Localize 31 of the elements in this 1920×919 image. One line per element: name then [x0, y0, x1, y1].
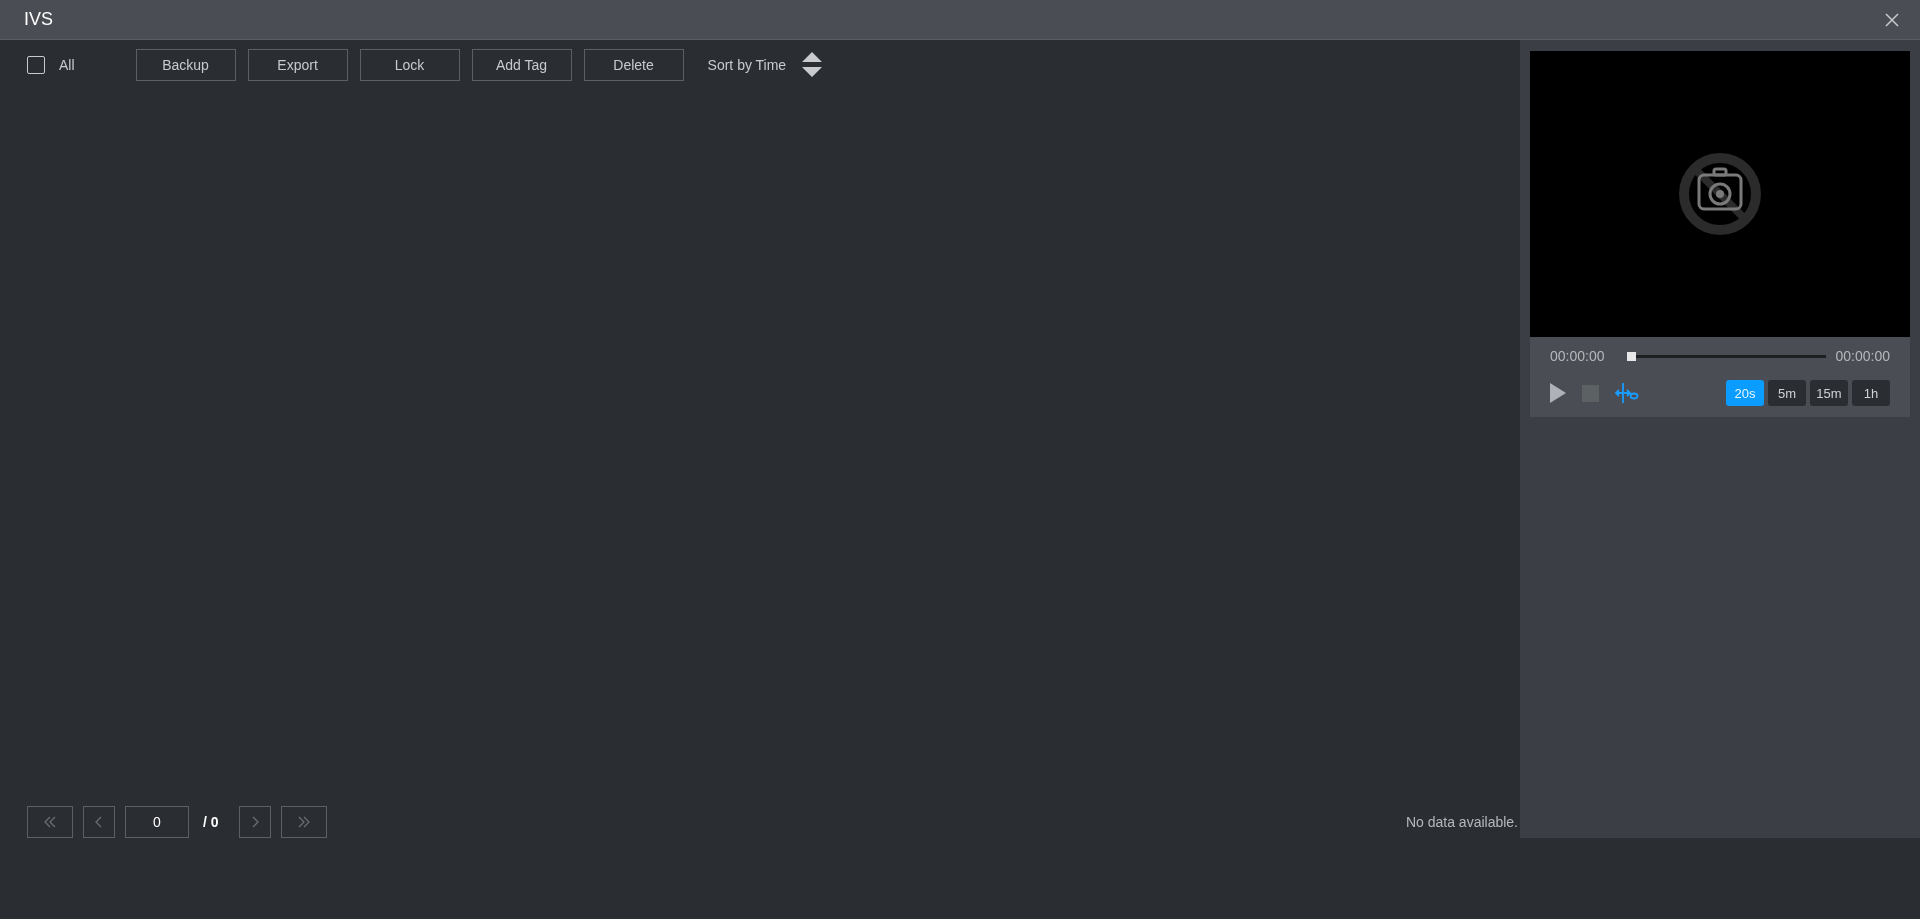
sort-label: Sort by Time [707, 57, 787, 73]
duration-tab[interactable]: 1h [1852, 380, 1890, 406]
chevron-left-icon [95, 816, 103, 828]
clip-icon[interactable] [1615, 382, 1639, 404]
double-chevron-right-icon [296, 816, 311, 828]
page-total: / 0 [203, 814, 219, 830]
empty-message: No data available. [1405, 814, 1518, 830]
close-button[interactable] [1884, 11, 1900, 28]
play-button[interactable] [1550, 383, 1566, 403]
window-title: IVS [24, 9, 53, 30]
double-chevron-left-icon [43, 816, 57, 828]
chevron-right-icon [250, 816, 259, 828]
last-page-button[interactable] [280, 806, 327, 838]
page-input[interactable]: 0 [125, 806, 189, 838]
no-camera-icon [1679, 153, 1761, 235]
duration-tab[interactable]: 5m [1768, 380, 1806, 406]
previous-page-button[interactable] [83, 806, 115, 838]
select-all-label: All [59, 57, 75, 73]
toolbar-button[interactable]: Delete [583, 49, 684, 81]
toolbar-button[interactable]: Backup [135, 49, 236, 81]
toolbar-button[interactable]: Add Tag [471, 49, 572, 81]
duration-tab[interactable]: 15m [1810, 380, 1848, 406]
next-page-button[interactable] [238, 806, 271, 838]
toolbar-button[interactable]: Export [247, 49, 348, 81]
select-all-checkbox[interactable] [27, 56, 45, 74]
timeline-thumb[interactable] [1626, 351, 1636, 361]
end-time: 00:00:00 [1835, 348, 1890, 364]
first-page-button[interactable] [27, 806, 73, 838]
sort-icon[interactable] [802, 52, 823, 78]
start-time: 00:00:00 [1550, 348, 1605, 364]
toolbar-button[interactable]: Lock [359, 49, 460, 81]
